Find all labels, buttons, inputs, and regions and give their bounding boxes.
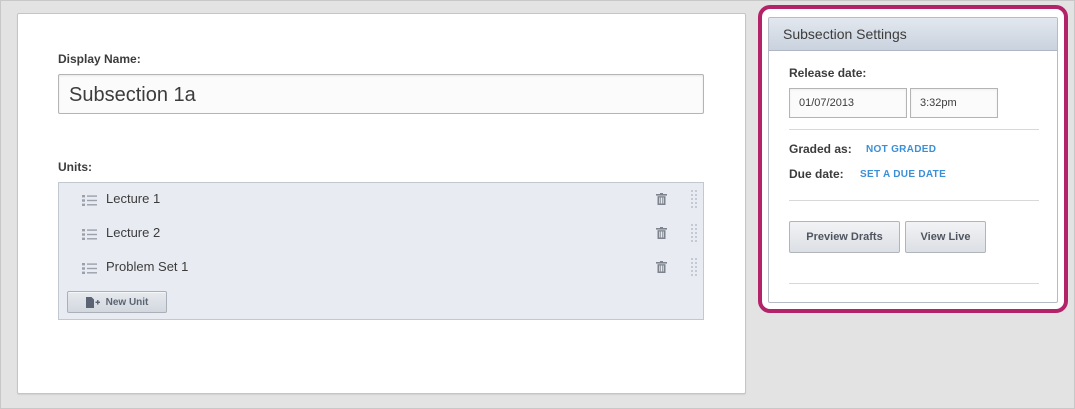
list-icon [82, 195, 97, 206]
unit-row-lecture-2[interactable]: Lecture 2 [59, 217, 703, 251]
divider [789, 129, 1039, 130]
drag-handle-icon[interactable] [690, 189, 698, 211]
list-icon [82, 229, 97, 240]
divider [789, 283, 1039, 284]
trash-icon[interactable] [656, 227, 667, 239]
release-date-input[interactable]: 01/07/2013 [789, 88, 907, 118]
preview-drafts-button[interactable]: Preview Drafts [789, 221, 900, 253]
unit-label[interactable]: Lecture 2 [106, 225, 160, 240]
trash-icon[interactable] [656, 193, 667, 205]
new-document-icon [85, 296, 100, 308]
drag-handle-icon[interactable] [690, 223, 698, 245]
units-label: Units: [58, 160, 92, 174]
display-name-label: Display Name: [58, 52, 141, 66]
release-time-input[interactable]: 3:32pm [910, 88, 998, 118]
set-due-date-link[interactable]: SET A DUE DATE [860, 169, 946, 180]
drag-handle-icon[interactable] [690, 257, 698, 279]
graded-as-label: Graded as: [789, 142, 852, 156]
settings-title: Subsection Settings [783, 26, 907, 42]
trash-icon[interactable] [656, 261, 667, 273]
subsection-settings-panel: Subsection Settings Release date: 01/07/… [768, 17, 1058, 303]
unit-row-lecture-1[interactable]: Lecture 1 [59, 183, 703, 217]
graded-as-link[interactable]: NOT GRADED [866, 144, 936, 155]
divider [789, 200, 1039, 201]
release-date-label: Release date: [789, 66, 867, 80]
due-date-label: Due date: [789, 167, 844, 181]
settings-header: Subsection Settings [769, 18, 1057, 51]
list-icon [82, 263, 97, 274]
new-unit-label: New Unit [105, 296, 149, 308]
subsection-editor: Display Name: Subsection 1a Units: Lectu… [17, 13, 746, 394]
display-name-input[interactable]: Subsection 1a [58, 74, 704, 114]
unit-label[interactable]: Problem Set 1 [106, 259, 188, 274]
unit-label[interactable]: Lecture 1 [106, 191, 160, 206]
unit-row-problem-set-1[interactable]: Problem Set 1 [59, 251, 703, 285]
units-list: Lecture 1 Lecture 2 Problem Set 1 New Un… [58, 182, 704, 320]
new-unit-button[interactable]: New Unit [67, 291, 167, 313]
view-live-button[interactable]: View Live [905, 221, 986, 253]
